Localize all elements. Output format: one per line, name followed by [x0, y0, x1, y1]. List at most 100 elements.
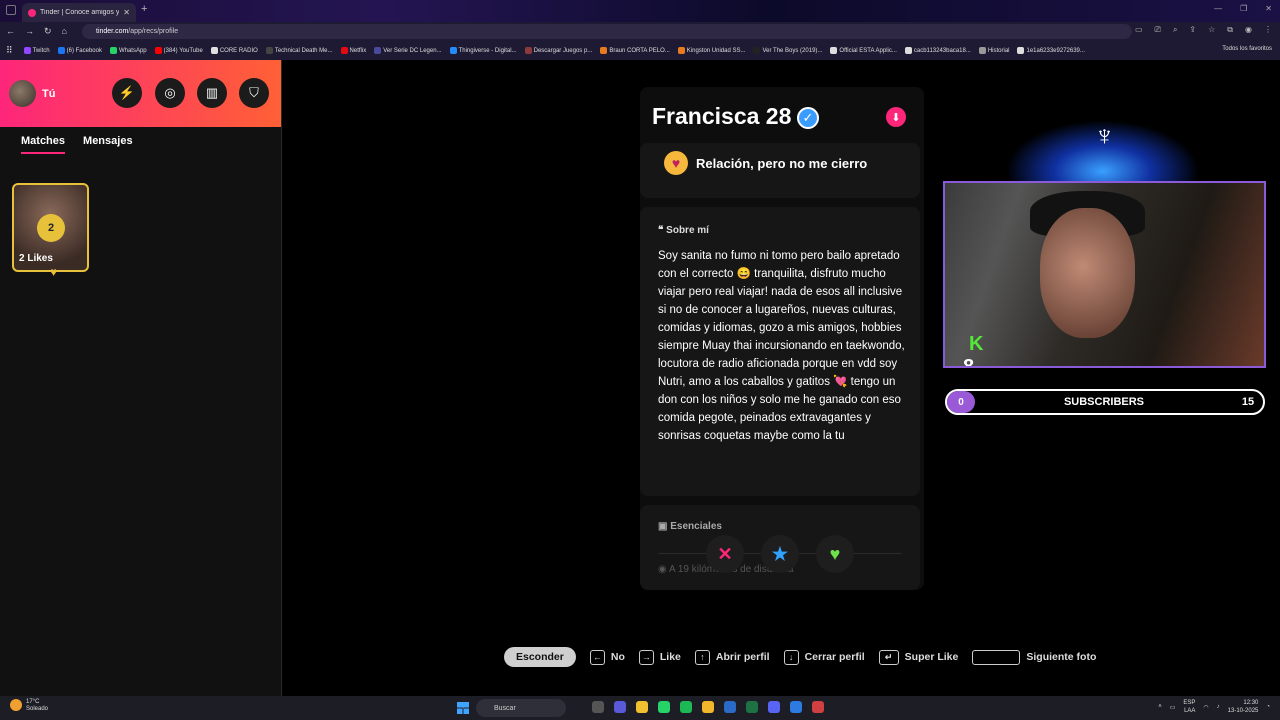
whatsapp-icon — [109, 47, 117, 54]
all-bookmarks-folder[interactable]: Todos los favoritos — [1222, 46, 1272, 52]
arrow-right-key-icon: → — [638, 649, 654, 665]
chrome-icon[interactable] — [702, 701, 714, 713]
profile-icon[interactable]: ◉ — [1245, 25, 1252, 35]
superlike-button[interactable]: ★ — [761, 535, 799, 573]
close-profile-arrow-icon[interactable]: ⬇ — [886, 107, 906, 127]
volume-icon[interactable]: ♪ — [1217, 704, 1220, 710]
bookmark-item[interactable]: Historial — [976, 47, 1013, 54]
boost-icon[interactable]: ⚡ — [112, 78, 142, 108]
clock[interactable]: 12:30 13-10-2025 — [1228, 699, 1259, 715]
bookmark-item[interactable]: Technical Death Me... — [263, 47, 336, 54]
app-icon[interactable] — [790, 701, 802, 713]
briefcase-icon[interactable]: ▥ — [197, 78, 227, 108]
shortcut-open-profile: ↑ Abrir perfil — [694, 649, 770, 665]
bookmark-label: Ver The Boys (2019)... — [762, 47, 823, 54]
like-button[interactable]: ♥ — [816, 535, 854, 573]
bookmark-item[interactable]: Descargar Juegos p... — [522, 47, 596, 54]
sidebar-tabs: Matches Mensajes — [0, 135, 133, 154]
tray-app-icon[interactable]: ▭ — [1170, 704, 1176, 711]
whatsapp-app-icon[interactable] — [658, 701, 670, 713]
apps-icon[interactable]: ⠿ — [6, 45, 13, 56]
url-site: tinder.com — [96, 28, 129, 35]
clock-date: 13-10-2025 — [1227, 708, 1259, 714]
weather-widget[interactable]: 17°C Soleado — [10, 699, 48, 713]
obs-icon[interactable] — [812, 701, 824, 713]
forward-icon[interactable]: → — [25, 26, 34, 37]
system-tray: ˄ ▭ ESP LAA ◠ ♪ 12:30 13-10-2025 ◔ — [1158, 699, 1270, 715]
nav-buttons: ← → ↻ ⌂ — [0, 26, 84, 37]
window-controls: — ❐ ✕ — [1214, 4, 1272, 13]
browser-tab-tinder[interactable]: Tinder | Conoce amigos y gen ✕ — [22, 3, 136, 22]
bookmark-star-icon[interactable]: ☆ — [1208, 25, 1215, 35]
explore-icon[interactable]: ◎ — [155, 78, 185, 108]
likes-card[interactable]: 2 2 Likes ♥ — [12, 183, 89, 279]
hide-button[interactable]: Esconder — [504, 647, 576, 667]
new-tab-icon[interactable]: + — [141, 3, 147, 15]
bookmark-item[interactable]: Thingiverse - Digital... — [447, 47, 520, 54]
share-icon[interactable]: ⇪ — [1189, 25, 1196, 35]
user-label[interactable]: Tú — [42, 88, 55, 100]
chat-icon[interactable] — [614, 701, 626, 713]
maximize-icon[interactable]: ❐ — [1240, 4, 1247, 13]
language-indicator[interactable]: ESP LAA — [1183, 699, 1195, 715]
windows-taskbar: 17°C Soleado Buscar ˄ ▭ ESP LAA ◠ ♪ 12:30 1… — [0, 696, 1280, 720]
nope-button[interactable]: ✕ — [706, 535, 744, 573]
task-view-icon[interactable] — [592, 701, 604, 713]
bookmark-item[interactable]: Netflix — [338, 47, 370, 54]
bookmark-item[interactable]: Ver Serie DC Legen... — [371, 47, 444, 54]
bookmark-item[interactable]: cacb113243baca18... — [902, 47, 974, 54]
notifications-icon[interactable]: ◔ — [1266, 704, 1270, 710]
bookmark-item[interactable]: Kingston Unidad SS... — [675, 47, 749, 54]
avatar[interactable] — [9, 80, 36, 107]
kick-counter: K 8 — [963, 333, 984, 366]
bookmark-item[interactable]: (6) Facebook — [55, 47, 105, 54]
tab-title: Tinder | Conoce amigos y gen — [40, 9, 120, 16]
menu-icon[interactable]: ⋮ — [1264, 25, 1272, 35]
cast-icon[interactable]: ⎚ — [1155, 25, 1161, 35]
bookmark-item[interactable]: CORE RADIO — [208, 47, 261, 54]
install-icon[interactable]: ▭ — [1135, 25, 1143, 35]
back-icon[interactable]: ← — [6, 26, 15, 37]
extensions-icon[interactable]: ⧉ — [1227, 25, 1233, 35]
file-explorer-icon[interactable] — [636, 701, 648, 713]
home-icon[interactable]: ⌂ — [62, 26, 67, 37]
close-tab-icon[interactable]: ✕ — [123, 8, 130, 17]
wifi-icon[interactable]: ◠ — [1203, 704, 1208, 711]
bookmark-item[interactable]: Twitch — [21, 47, 53, 54]
url-path: /app/recs/profile — [128, 28, 179, 35]
spotify-icon[interactable] — [680, 701, 692, 713]
discord-icon[interactable] — [768, 701, 780, 713]
url-field[interactable]: tinder.com/app/recs/profile — [82, 24, 1132, 39]
bookmark-item[interactable]: Official ESTA Applic... — [827, 47, 899, 54]
kick-icon: K — [969, 333, 984, 355]
zoom-icon[interactable]: ⌕ — [1173, 25, 1177, 35]
relationship-card: ♥ Relación, pero no me cierro — [640, 143, 920, 198]
windows-start-icon[interactable] — [457, 702, 469, 714]
photoshop-icon[interactable] — [724, 701, 736, 713]
tab-actions-icon[interactable] — [6, 5, 16, 15]
heart-eyes-emoji-icon: ♥ — [664, 151, 688, 175]
minimize-icon[interactable]: — — [1214, 4, 1222, 13]
relationship-text: Relación, pero no me cierro — [696, 156, 868, 171]
sidebar: Tú ⚡ ◎ ▥ ⛉ Matches Mensajes 2 2 Likes ♥ — [0, 60, 282, 696]
weather-temp: 17°C — [26, 699, 40, 705]
shield-icon[interactable]: ⛉ — [239, 78, 269, 108]
taskbar-search[interactable]: Buscar — [476, 699, 566, 717]
excel-icon[interactable] — [746, 701, 758, 713]
browser-toolbar-icons: ▭ ⎚ ⌕ ⇪ ☆ ⧉ ◉ ⋮ — [1135, 25, 1272, 35]
tab-messages[interactable]: Mensajes — [83, 135, 133, 154]
tray-arrow-icon[interactable]: ˄ — [1158, 704, 1162, 710]
close-window-icon[interactable]: ✕ — [1265, 4, 1272, 13]
history-icon — [978, 47, 986, 54]
tab-matches[interactable]: Matches — [21, 135, 66, 154]
bookmark-item[interactable]: Ver The Boys (2019)... — [750, 47, 825, 54]
arrow-left-key-icon: ← — [589, 649, 605, 665]
bookmark-item[interactable]: WhatsApp — [107, 47, 150, 54]
sun-icon — [10, 699, 22, 711]
bookmark-item[interactable]: (384) YouTube — [152, 47, 206, 54]
reload-icon[interactable]: ↻ — [44, 26, 52, 37]
bookmark-item[interactable]: 1e1a6233e9272639... — [1014, 47, 1087, 54]
bookmark-item[interactable]: Braun CORTA PELO... — [597, 47, 672, 54]
globe-icon — [904, 47, 912, 54]
arrow-up-key-icon: ↑ — [694, 649, 710, 665]
